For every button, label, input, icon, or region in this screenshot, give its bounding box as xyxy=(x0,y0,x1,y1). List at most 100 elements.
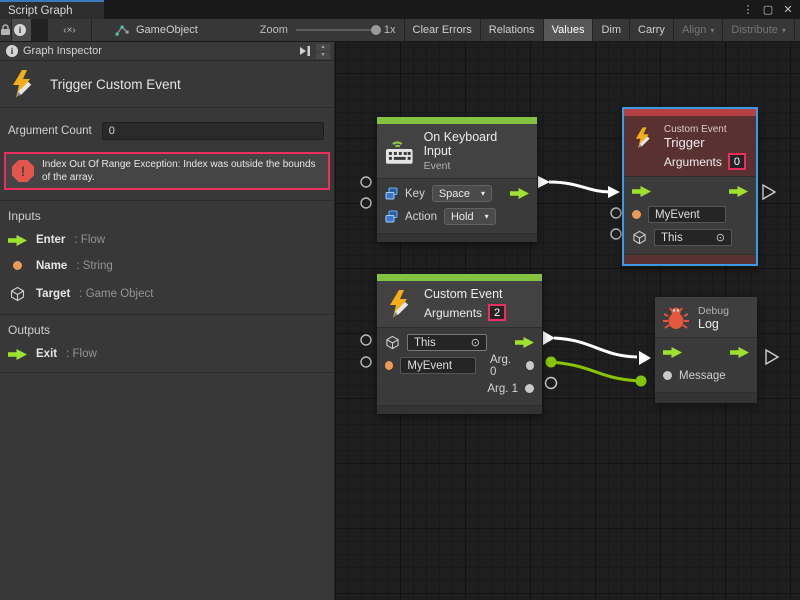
flow-out-port[interactable] xyxy=(730,347,749,358)
wire-arg0-to-message xyxy=(551,362,641,381)
node-title: On Keyboard Input xyxy=(424,130,527,158)
node-subtitle: Event xyxy=(424,160,527,172)
maximize-icon[interactable]: ▢ xyxy=(760,3,776,16)
arguments-value-error[interactable]: 0 xyxy=(728,153,746,170)
wire-start-triangle xyxy=(543,331,555,345)
values-button[interactable]: Values xyxy=(544,19,594,41)
node-custom-event[interactable]: Custom Event Arguments 2 This ⊙ xyxy=(377,274,542,414)
action-dropdown[interactable]: Hold ▾ xyxy=(444,208,496,225)
flow-in-port[interactable] xyxy=(663,347,682,358)
zoom-slider[interactable] xyxy=(296,29,376,31)
zoom-slider-handle[interactable] xyxy=(371,25,381,35)
arg1-label: Arg. 1 xyxy=(487,383,518,395)
dim-label: Dim xyxy=(601,24,621,36)
cube-icon[interactable] xyxy=(632,230,647,245)
event-name-value: MyEvent xyxy=(407,360,452,372)
node-body: MyEvent This ⊙ xyxy=(624,176,756,254)
port-circle[interactable] xyxy=(361,198,371,208)
context-zoom-segment: GameObject Zoom 1x xyxy=(92,19,405,41)
port-circle[interactable] xyxy=(611,229,621,239)
input-name-row: Name : String xyxy=(8,257,326,275)
string-port-icon[interactable] xyxy=(632,210,641,219)
info-button[interactable]: i xyxy=(12,19,32,41)
node-category: Debug xyxy=(698,305,729,317)
carry-button[interactable]: Carry xyxy=(630,19,674,41)
key-dropdown[interactable]: Space ▾ xyxy=(432,185,492,202)
node-footer xyxy=(624,254,756,264)
port-name: Enter xyxy=(36,234,65,246)
flow-in-port[interactable] xyxy=(632,186,651,197)
cube-icon xyxy=(8,286,27,302)
event-name-field[interactable]: MyEvent xyxy=(400,357,476,374)
port-circle[interactable] xyxy=(361,177,371,187)
lock-button[interactable] xyxy=(0,19,12,41)
graph-canvas[interactable]: On Keyboard Input Event Key Space ▾ xyxy=(335,42,800,600)
carry-label: Carry xyxy=(638,24,665,36)
port-circle[interactable] xyxy=(361,357,371,367)
chevron-down-icon: ▾ xyxy=(782,26,786,35)
string-port-icon xyxy=(13,261,22,270)
event-name-field[interactable]: MyEvent xyxy=(648,206,726,223)
port-circle-arg1[interactable] xyxy=(546,378,557,389)
window-menu-icon[interactable]: ⋮ xyxy=(740,3,756,16)
dim-button[interactable]: Dim xyxy=(593,19,630,41)
target-value: This xyxy=(661,232,683,244)
arg0-port[interactable] xyxy=(526,361,534,370)
flow-arrow-icon xyxy=(8,349,27,360)
port-circle[interactable] xyxy=(361,335,371,345)
port-name: Target xyxy=(36,288,70,300)
clear-errors-button[interactable]: Clear Errors xyxy=(405,19,481,41)
align-button[interactable]: Align▾ xyxy=(674,19,723,41)
tab-label: Script Graph xyxy=(8,5,73,17)
node-debug-log[interactable]: Debug Log Message xyxy=(655,297,757,403)
spinner-down-icon[interactable]: ▼ xyxy=(316,52,330,59)
out-stub-triangle[interactable] xyxy=(763,185,775,199)
distribute-button[interactable]: Distribute▾ xyxy=(723,19,794,41)
dock-icon[interactable] xyxy=(298,45,312,57)
input-enter-row: Enter : Flow xyxy=(8,234,326,246)
arguments-value-highlight[interactable]: 2 xyxy=(488,304,506,321)
node-on-keyboard-input[interactable]: On Keyboard Input Event Key Space ▾ xyxy=(377,117,537,242)
flow-out-port[interactable] xyxy=(729,186,748,197)
input-pair-icon xyxy=(385,210,398,223)
out-stub-triangle[interactable] xyxy=(766,350,778,364)
target-field[interactable]: This ⊙ xyxy=(654,229,732,246)
code-icon: ‹×› xyxy=(63,25,76,36)
divider xyxy=(0,372,334,373)
node-trigger-custom-event[interactable]: Custom Event Trigger Arguments 0 MyEvent xyxy=(622,107,758,266)
cube-icon[interactable] xyxy=(385,335,400,350)
keyboard-event-icon xyxy=(385,137,415,165)
outputs-heading: Outputs xyxy=(8,323,326,337)
message-port[interactable] xyxy=(663,371,672,380)
node-body: Message xyxy=(655,337,757,392)
inputs-section: Inputs Enter : Flow Name : String Target… xyxy=(0,201,334,304)
node-title: Custom Event xyxy=(424,287,506,301)
graph-inspector-panel: i Graph Inspector ▲ ▼ Trigger Custom Eve… xyxy=(0,42,335,600)
flow-out-port[interactable] xyxy=(510,188,529,199)
arg1-port[interactable] xyxy=(525,384,534,393)
port-type: Flow xyxy=(81,234,105,246)
argument-count-row: Argument Count xyxy=(0,108,334,150)
close-icon[interactable]: ✕ xyxy=(780,3,796,16)
code-preview-button[interactable]: ‹×› xyxy=(48,19,92,41)
input-pair-icon xyxy=(385,187,398,200)
target-field[interactable]: This ⊙ xyxy=(407,334,487,351)
object-picker-icon[interactable]: ⊙ xyxy=(716,231,725,244)
custom-event-icon xyxy=(8,68,38,100)
align-label: Align xyxy=(682,24,706,36)
port-circle[interactable] xyxy=(611,208,621,218)
string-port-icon[interactable] xyxy=(385,361,393,370)
gameobject-icon xyxy=(114,23,130,37)
relations-button[interactable]: Relations xyxy=(481,19,544,41)
tab-script-graph[interactable]: Script Graph xyxy=(0,0,104,19)
outputs-section: Outputs Exit : Flow xyxy=(0,315,334,362)
spinner-up-icon[interactable]: ▲ xyxy=(316,44,330,51)
inspector-spinner[interactable]: ▲ ▼ xyxy=(316,44,330,59)
flow-out-port[interactable] xyxy=(515,337,534,348)
overview-button[interactable]: Overv xyxy=(795,19,800,41)
argument-count-field[interactable] xyxy=(102,122,324,140)
gameobject-label[interactable]: GameObject xyxy=(136,24,198,36)
node-header: Debug Log xyxy=(655,297,757,337)
object-picker-icon[interactable]: ⊙ xyxy=(471,336,480,349)
wire-green-endpoint xyxy=(546,357,557,368)
